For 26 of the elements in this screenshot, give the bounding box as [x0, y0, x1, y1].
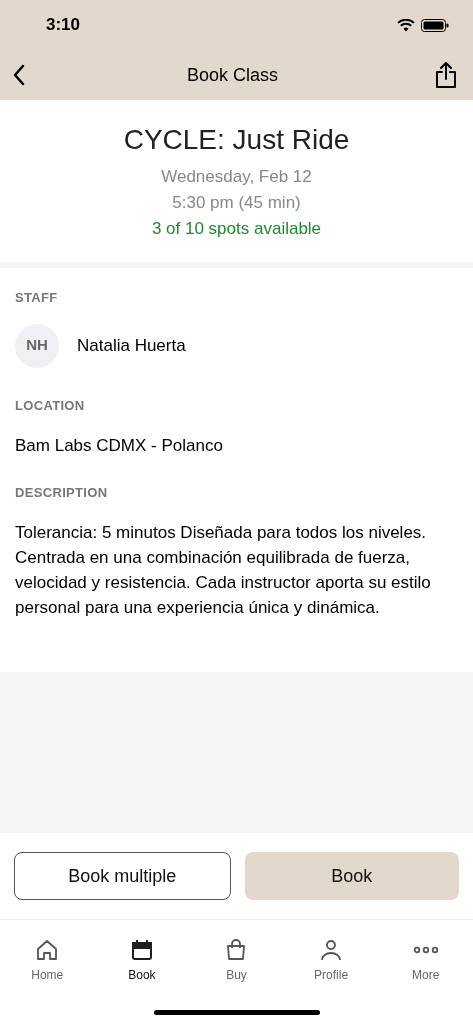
calendar-icon [129, 938, 154, 962]
staff-name: Natalia Huerta [77, 334, 186, 357]
class-date: Wednesday, Feb 12 [161, 166, 312, 188]
availability-text: 3 of 10 spots available [151, 218, 322, 240]
page-title: Book Class [186, 63, 278, 87]
location-name: Bam Labs CDMX - Polanco [15, 435, 224, 457]
tab-item[interactable]: More [378, 938, 473, 984]
status-time: 3:10 [46, 14, 81, 37]
section-heading: DESCRIPTION [15, 483, 109, 502]
tab-item[interactable]: Profile [283, 938, 379, 984]
person-icon [319, 938, 344, 962]
book-multiple-button[interactable]: Book multiple [14, 852, 231, 900]
avatar-initials: NH [15, 323, 59, 368]
wifi-icon [397, 18, 415, 32]
home-icon [35, 938, 60, 962]
tab-item[interactable]: Book [94, 938, 190, 984]
book-button[interactable]: Book [244, 852, 459, 900]
class-time: 5:30 pm (45 min) [172, 192, 301, 214]
battery-icon [421, 18, 449, 32]
tab-item[interactable]: Buy [189, 938, 284, 984]
description-text: Tolerancia: 5 minutos Diseñada para todos los niveles. Centrada en una combinación equilibrada de fuerza, velocidad y resistencia. Cada instructor aporta su estilo personal para una experiencia única y dinámica. [15, 522, 432, 619]
tab-item[interactable]: Home [0, 938, 95, 984]
share-button[interactable] [433, 60, 459, 90]
section-heading: STAFF [15, 289, 59, 307]
class-title: CYCLE: Just Ride [123, 123, 350, 157]
section-heading: LOCATION [15, 396, 86, 415]
